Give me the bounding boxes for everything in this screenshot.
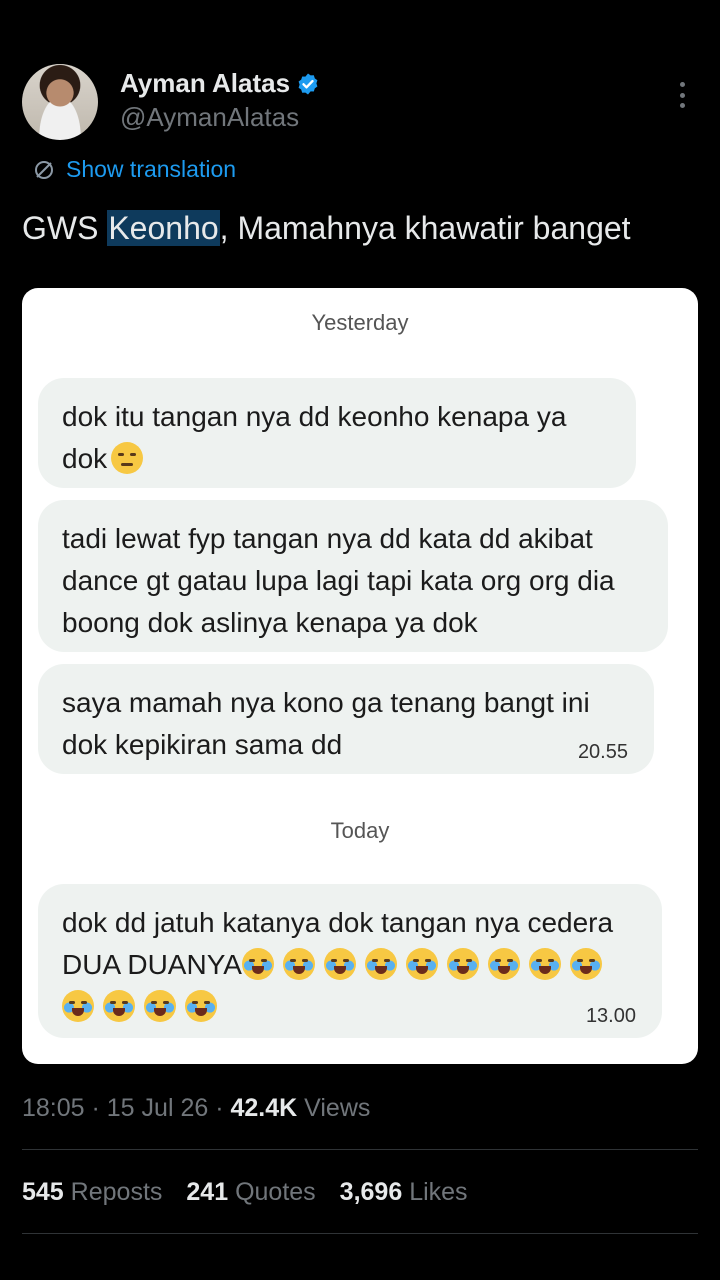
reposts-label: Reposts (70, 1178, 163, 1206)
tweet-meta: 18:05 · 15 Jul 26 · 42.4K Views (22, 1094, 370, 1123)
crying-face-icon (364, 948, 397, 980)
divider (22, 1233, 698, 1234)
chat-bubble: dok dd jatuh katanya dok tangan nya cede… (38, 884, 662, 1038)
crying-face-icon (487, 948, 520, 980)
quotes-label: Quotes (235, 1178, 316, 1206)
tweet-text: GWS Keonho, Mamahnya khawatir banget (22, 210, 631, 247)
chat-bubble: tadi lewat fyp tangan nya dd kata dd aki… (38, 500, 668, 652)
divider (22, 1149, 698, 1150)
tweet-text-start: GWS (22, 210, 108, 246)
crying-face-icon (528, 948, 561, 980)
tweet-text-end: , Mamahnya khawatir banget (219, 210, 631, 246)
more-options-icon[interactable] (678, 82, 686, 108)
likes-stat[interactable]: 3,696 Likes (340, 1178, 468, 1207)
quotes-stat[interactable]: 241 Quotes (186, 1178, 315, 1207)
crying-face-icon (62, 990, 94, 1022)
tweet-time[interactable]: 18:05 (22, 1094, 85, 1122)
meta-separator: · (84, 1094, 107, 1122)
quotes-count: 241 (186, 1178, 229, 1206)
crying-face-icon (405, 948, 438, 980)
tweet-header: Ayman Alatas @AymanAlatas (22, 64, 698, 140)
crying-face-icon (241, 948, 274, 980)
message-time: 13.00 (585, 1005, 636, 1027)
avatar[interactable] (22, 64, 98, 140)
crying-face-icon (569, 948, 602, 980)
author-handle[interactable]: @AymanAlatas (120, 102, 299, 133)
author-name-row: Ayman Alatas (120, 68, 320, 99)
crying-face-icon (144, 990, 176, 1022)
chat-bubble: dok itu tangan nya dd keonho kenapa ya d… (38, 378, 636, 488)
tweet-text-highlight: Keonho (107, 210, 220, 246)
views-count: 42.4K (230, 1094, 298, 1122)
views-label: Views (304, 1094, 371, 1122)
crying-face-icon (185, 990, 217, 1022)
crying-face-icon (103, 990, 135, 1022)
likes-count: 3,696 (339, 1178, 403, 1206)
date-separator-today: Today (330, 818, 390, 843)
reposts-stat[interactable]: 545 Reposts (22, 1178, 162, 1207)
meta-separator: · (208, 1094, 231, 1122)
chat-screenshot-card[interactable]: Yesterday dok itu tangan nya dd keonho k… (22, 288, 698, 1064)
likes-label: Likes (409, 1178, 468, 1206)
verified-badge-icon (298, 73, 318, 94)
translate-icon (35, 160, 53, 179)
show-translation-link[interactable]: Show translation (32, 156, 236, 183)
engagement-stats: 545 Reposts 241 Quotes 3,696 Likes (22, 1178, 468, 1207)
message-time: 20.55 (577, 741, 628, 763)
author-name[interactable]: Ayman Alatas (120, 68, 290, 99)
tweet-date[interactable]: 15 Jul 26 (107, 1094, 208, 1122)
crying-face-icon (282, 948, 315, 980)
reposts-count: 545 (22, 1178, 64, 1206)
chat-message: tadi lewat fyp tangan nya dd kata dd aki… (62, 523, 615, 638)
date-separator-yesterday: Yesterday (311, 310, 409, 335)
crying-face-icon (446, 948, 479, 980)
chat-message: saya mamah nya kono ga tenang bangt ini … (62, 687, 590, 760)
show-translation-label: Show translation (66, 156, 237, 182)
chat-bubble: saya mamah nya kono ga tenang bangt ini … (38, 664, 654, 774)
pensive-face-icon (111, 442, 144, 474)
crying-face-icon (323, 948, 356, 980)
